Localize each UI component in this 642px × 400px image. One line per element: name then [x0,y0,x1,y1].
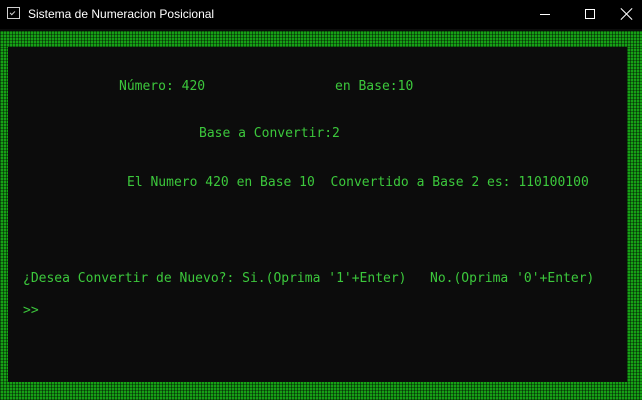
console-border-right [627,47,642,382]
close-icon [620,7,634,21]
pregunta-text: ¿Desea Convertir de Nuevo?: Si.(Oprima '… [23,271,595,286]
base-origen-text: en Base:10 [335,79,414,94]
input-prompt[interactable]: >> [23,303,39,319]
console-icon [7,7,20,19]
console-window[interactable]: Número: 420 en Base:10 Base a Convertir:… [0,29,642,400]
minimize-button[interactable] [521,0,567,29]
base-convertir-text: Base a Convertir:2 [199,126,340,141]
console-output-area [8,47,627,382]
minimize-icon [540,14,550,15]
numero-text: Número: 420 [119,79,206,94]
title-bar[interactable]: Sistema de Numeracion Posicional [0,0,642,29]
console-border-top [0,31,642,47]
window-title: Sistema de Numeracion Posicional [28,7,215,21]
resultado-text: El Numero 420 en Base 10 Convertido a Ba… [127,175,589,190]
console-border-bottom [0,382,642,400]
close-button[interactable] [612,0,642,29]
maximize-icon [585,9,595,19]
console-border-left [0,47,8,382]
maximize-button[interactable] [567,0,613,29]
